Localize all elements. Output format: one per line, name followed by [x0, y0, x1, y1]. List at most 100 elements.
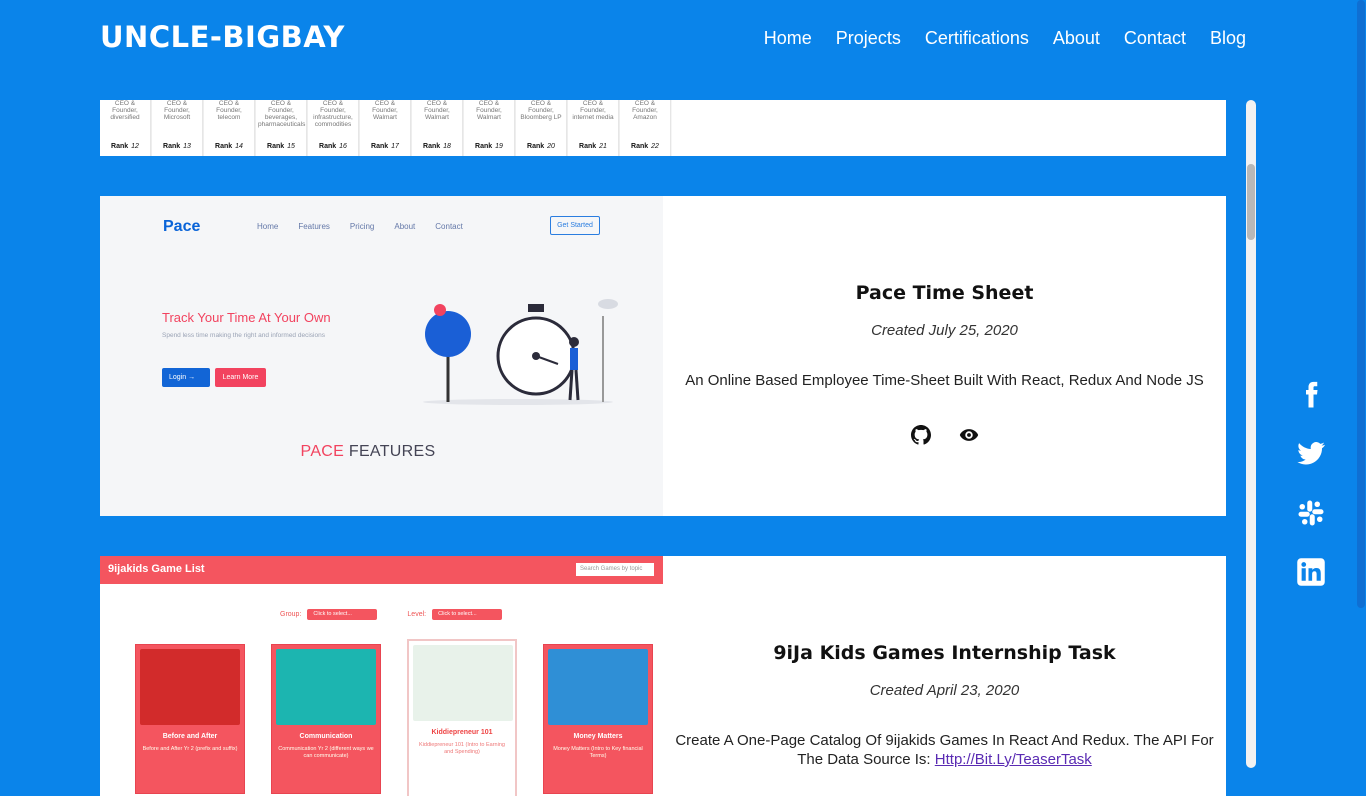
preview-nav-item: Home — [257, 222, 279, 231]
rank-number: 22 — [651, 143, 659, 151]
slack-icon[interactable] — [1296, 498, 1326, 528]
preview-filters: Group: Click to select... Level: Click t… — [280, 609, 503, 620]
project-preview-9ijakids: 9ijakids Game List Search Games by topic… — [100, 556, 663, 796]
rank-cell-label: Rank 22 — [620, 143, 670, 151]
game-name: Communication — [299, 733, 353, 740]
rank-prefix: Rank — [423, 143, 441, 151]
rank-cell-desc: CEO & Founder, internet media — [572, 100, 614, 122]
site-brand[interactable]: UNCLE-BIGBAY — [100, 20, 345, 54]
project-list-scrollbar-thumb[interactable] — [1247, 164, 1255, 240]
preview-nav: Home Features Pricing About Contact — [257, 222, 463, 231]
main-nav: Home Projects Certifications About Conta… — [764, 28, 1246, 49]
twitter-icon[interactable] — [1296, 439, 1326, 469]
rank-cell-label: Rank 14 — [204, 143, 254, 151]
rank-cell-desc: CEO & Founder, diversified — [110, 100, 140, 122]
project-title: 9iJa Kids Games Internship Task — [773, 642, 1116, 664]
linkedin-icon[interactable] — [1296, 557, 1326, 587]
preview-game-card: Money Matters Money Matters (Intro to Ke… — [543, 644, 653, 794]
rank-number: 15 — [287, 143, 295, 151]
game-thumbnail — [413, 645, 513, 721]
rank-cell-label: Rank 18 — [412, 143, 462, 151]
rank-cell-desc: CEO & Founder, infrastructure, commoditi… — [313, 100, 353, 129]
nav-home[interactable]: Home — [764, 28, 812, 49]
preview-cta: Get Started — [550, 216, 600, 235]
rank-cell: CEO & Founder, Bloomberg LP Rank 20 — [516, 100, 567, 156]
game-desc: Before and After Yr 2 (prefix and suffix… — [142, 746, 238, 752]
rank-prefix: Rank — [267, 143, 285, 151]
preview-headline: Track Your Time At Your Own — [162, 310, 331, 325]
project-description: An Online Based Employee Time-Sheet Buil… — [685, 372, 1204, 389]
rank-prefix: Rank — [215, 143, 233, 151]
rank-cell-desc: CEO & Founder, Walmart — [476, 100, 502, 122]
preview-features-rest: FEATURES — [344, 443, 436, 460]
nav-certifications[interactable]: Certifications — [925, 28, 1029, 49]
preview-learn-button: Learn More — [215, 368, 266, 387]
nav-projects[interactable]: Projects — [836, 28, 901, 49]
rank-number: 19 — [495, 143, 503, 151]
rank-prefix: Rank — [579, 143, 597, 151]
github-icon[interactable] — [910, 425, 931, 445]
rank-cell-label: Rank 21 — [568, 143, 618, 151]
rank-cell: CEO & Founder, internet media Rank 21 — [568, 100, 619, 156]
rank-prefix: Rank — [527, 143, 545, 151]
preview-game-grid: Before and After Before and After Yr 2 (… — [135, 639, 653, 796]
rank-cell-desc: CEO & Founder, Walmart — [424, 100, 450, 122]
project-date: Created April 23, 2020 — [869, 682, 1020, 699]
eye-icon[interactable] — [959, 425, 979, 445]
project-info-pace: Pace Time Sheet Created July 25, 2020 An… — [663, 196, 1226, 516]
stopwatch-illustration — [423, 299, 618, 405]
site-header: UNCLE-BIGBAY Home Projects Certification… — [0, 0, 1356, 80]
preview-level-select: Click to select... — [432, 609, 503, 620]
nav-contact[interactable]: Contact — [1124, 28, 1186, 49]
preview-nav-item: About — [394, 222, 416, 231]
project-description: Create A One-Page Catalog Of 9ijakids Ga… — [671, 731, 1218, 769]
preview-nav-item: Features — [298, 222, 330, 231]
rank-cell-label: Rank 17 — [360, 143, 410, 151]
preview-group-select: Click to select... — [307, 609, 378, 620]
project-title: Pace Time Sheet — [855, 282, 1034, 304]
rank-cell: CEO & Founder, telecom Rank 14 — [204, 100, 255, 156]
preview-group-label: Group: — [280, 611, 302, 618]
rank-prefix: Rank — [475, 143, 493, 151]
rank-cell: CEO & Founder, beverages, pharmaceutical… — [256, 100, 307, 156]
rank-number: 14 — [235, 143, 243, 151]
rank-strip: CEO & Founder, diversified Rank 12 CEO & Fo… — [100, 100, 672, 156]
preview-game-card: Before and After Before and After Yr 2 (… — [135, 644, 245, 794]
preview-subtext: Spend less time making the right and inf… — [162, 332, 325, 339]
social-links — [1296, 380, 1328, 616]
rank-cell: CEO & Founder, Walmart Rank 18 — [412, 100, 463, 156]
rank-number: 12 — [131, 143, 139, 151]
game-name: Money Matters — [573, 733, 623, 740]
rank-number: 21 — [599, 143, 607, 151]
game-name: Before and After — [162, 733, 218, 740]
project-api-link[interactable]: Http://Bit.Ly/TeaserTask — [935, 751, 1092, 768]
preview-header-bar: 9ijakids Game List Search Games by topic — [100, 556, 663, 584]
rank-number: 16 — [339, 143, 347, 151]
nav-blog[interactable]: Blog — [1210, 28, 1246, 49]
preview-level-label: Level: — [407, 611, 427, 618]
preview-brand: Pace — [163, 218, 201, 235]
rank-cell-desc: CEO & Founder, telecom — [216, 100, 242, 122]
project-card-pace: Pace Home Features Pricing About Contact… — [100, 196, 1226, 516]
game-desc: Money Matters (Intro to Key financial Te… — [553, 746, 643, 760]
rank-cell-label: Rank 13 — [152, 143, 202, 151]
rank-cell: CEO & Founder, Walmart Rank 17 — [360, 100, 411, 156]
rank-number: 17 — [391, 143, 399, 151]
rank-number: 18 — [443, 143, 451, 151]
page-scrollbar-thumb[interactable] — [1357, 0, 1365, 608]
project-card-partial: CEO & Founder, diversified Rank 12 CEO & Fo… — [100, 100, 1226, 156]
rank-number: 20 — [547, 143, 555, 151]
rank-cell-desc: CEO & Founder, Microsoft — [163, 100, 191, 122]
facebook-icon[interactable] — [1296, 380, 1326, 410]
rank-cell: CEO & Founder, diversified Rank 12 — [100, 100, 151, 156]
rank-cell-label: Rank 19 — [464, 143, 514, 151]
game-thumbnail — [276, 649, 376, 725]
rank-cell-label: Rank 12 — [100, 143, 150, 151]
rank-cell: CEO & Founder, Microsoft Rank 13 — [152, 100, 203, 156]
rank-cell-label: Rank 20 — [516, 143, 566, 151]
preview-nav-item: Contact — [435, 222, 463, 231]
preview-game-card: Communication Communication Yr 2 (differ… — [271, 644, 381, 794]
preview-title: 9ijakids Game List — [108, 563, 205, 575]
nav-about[interactable]: About — [1053, 28, 1100, 49]
project-info-9ijakids: 9iJa Kids Games Internship Task Created … — [663, 556, 1226, 796]
